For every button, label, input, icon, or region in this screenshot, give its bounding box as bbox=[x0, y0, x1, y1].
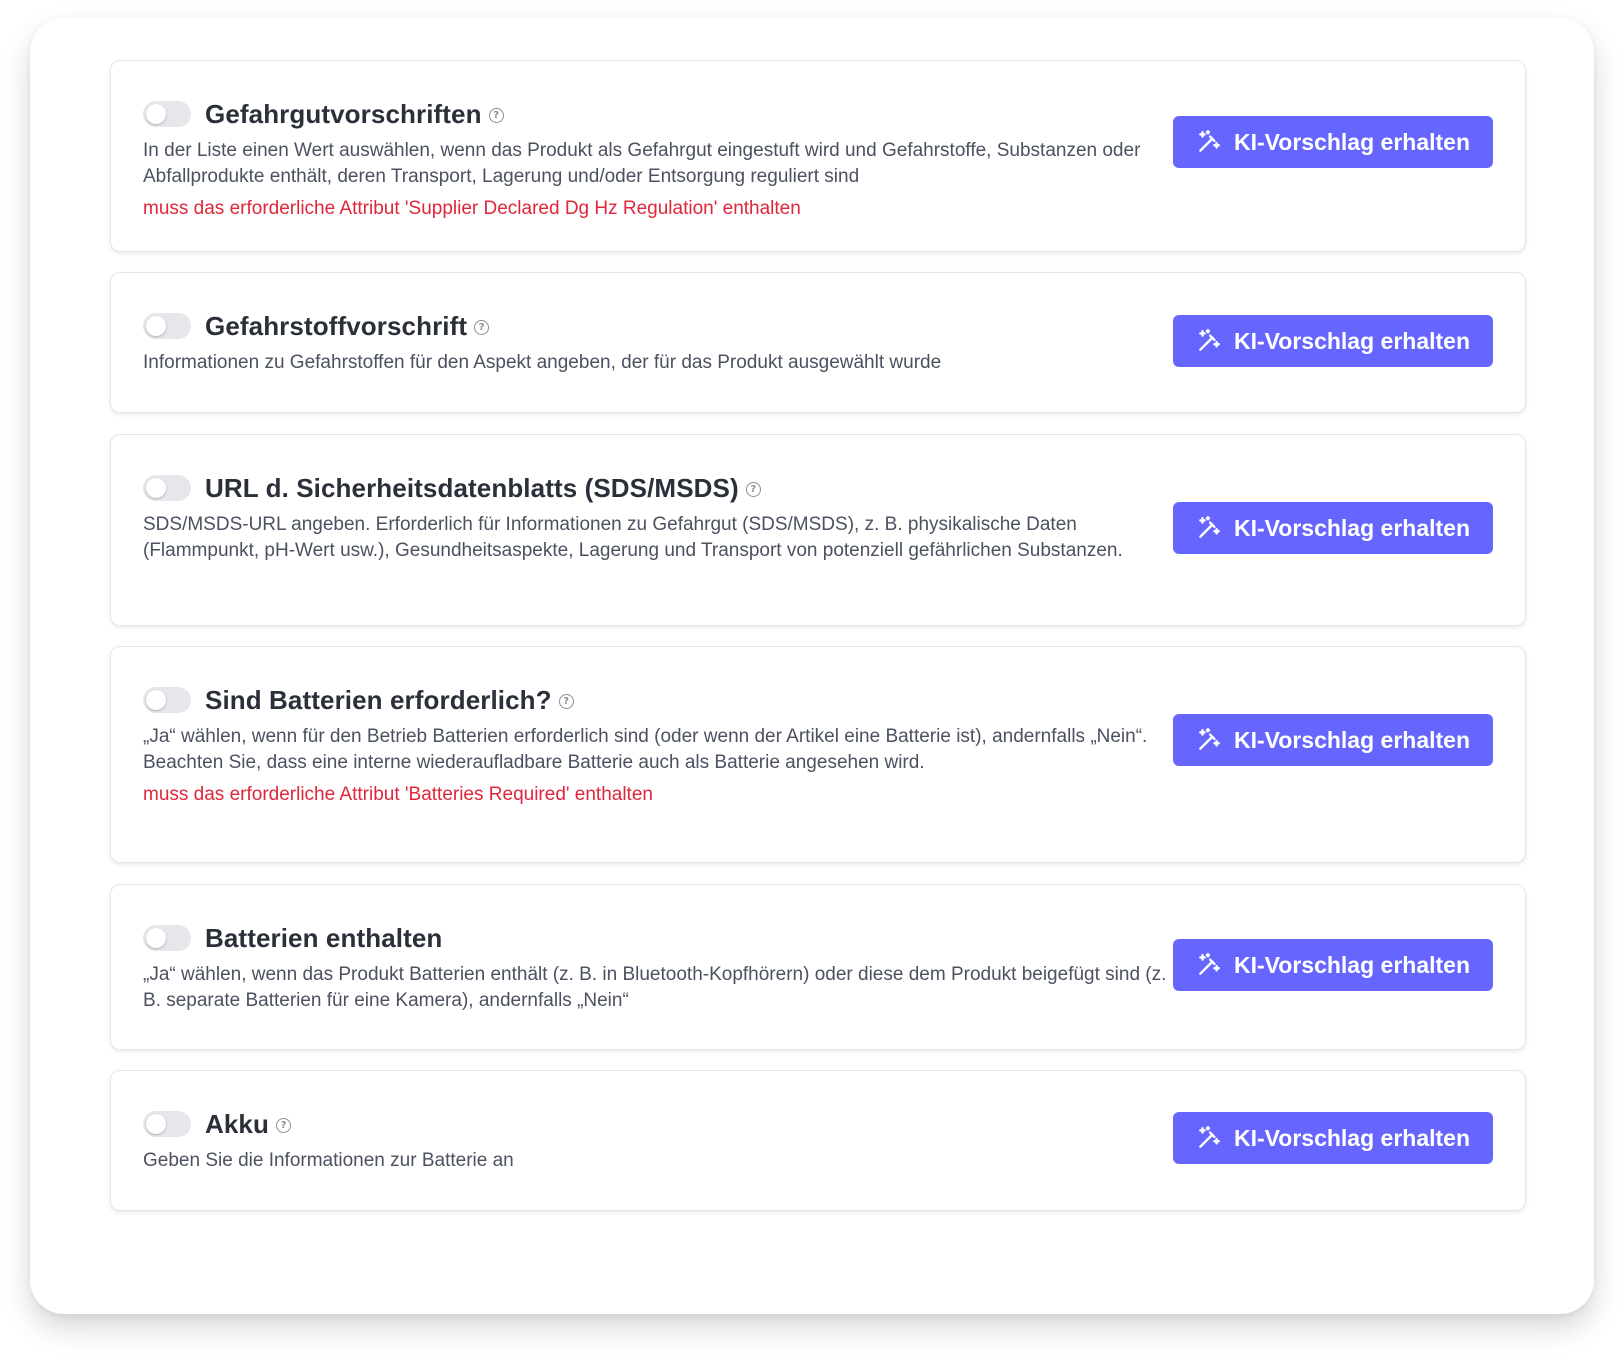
card-title-row: Sind Batterien erforderlich? ? bbox=[143, 683, 1173, 717]
question-circle-icon[interactable]: ? bbox=[558, 694, 574, 709]
card-description: In der Liste einen Wert auswählen, wenn … bbox=[143, 140, 1141, 187]
magic-wand-icon bbox=[1199, 952, 1220, 975]
ki-suggestion-label: KI-Vorschlag erhalten bbox=[1233, 1124, 1471, 1151]
toggle-switch[interactable] bbox=[143, 475, 191, 501]
card-description: Geben Sie die Informationen zur Batterie… bbox=[143, 1150, 514, 1171]
toggle-knob bbox=[146, 1114, 166, 1134]
magic-wand-icon bbox=[1199, 515, 1220, 538]
card-title: Akku bbox=[205, 1108, 269, 1139]
card-description: Informationen zu Gefahrstoffen für den A… bbox=[143, 352, 942, 373]
validation-error: muss das erforderliche Attribut 'Supplie… bbox=[143, 198, 801, 219]
ki-suggestion-label: KI-Vorschlag erhalten bbox=[1233, 951, 1471, 978]
attribute-card-gefahrgutvorschriften: Gefahrgutvorschriften ? In der Liste ein… bbox=[110, 60, 1526, 252]
card-description: SDS/MSDS-URL angeben. Erforderlich für I… bbox=[143, 514, 1123, 561]
ki-suggestion-label: KI-Vorschlag erhalten bbox=[1233, 726, 1471, 753]
magic-wand-icon bbox=[1199, 1125, 1220, 1148]
toggle-switch[interactable] bbox=[143, 313, 191, 339]
card-title: Sind Batterien erforderlich? bbox=[205, 684, 552, 715]
toggle-switch[interactable] bbox=[143, 925, 191, 951]
card-title: URL d. Sicherheitsdatenblatts (SDS/MSDS) bbox=[205, 472, 739, 503]
toggle-switch[interactable] bbox=[143, 101, 191, 127]
card-content: URL d. Sicherheitsdatenblatts (SDS/MSDS)… bbox=[143, 471, 1173, 564]
magic-wand-icon bbox=[1199, 727, 1220, 750]
ki-suggestion-label: KI-Vorschlag erhalten bbox=[1233, 327, 1471, 354]
toggle-knob bbox=[146, 478, 166, 498]
toggle-knob bbox=[146, 316, 166, 336]
toggle-knob bbox=[146, 690, 166, 710]
toggle-switch[interactable] bbox=[143, 1111, 191, 1137]
toggle-knob bbox=[146, 928, 166, 948]
question-circle-icon[interactable]: ? bbox=[275, 1118, 291, 1133]
ki-suggestion-button[interactable]: KI-Vorschlag erhalten bbox=[1173, 714, 1493, 766]
ki-suggestion-button[interactable]: KI-Vorschlag erhalten bbox=[1173, 315, 1493, 367]
card-content: Gefahrgutvorschriften ? In der Liste ein… bbox=[143, 97, 1173, 222]
question-circle-icon[interactable]: ? bbox=[488, 108, 504, 123]
card-description: „Ja“ wählen, wenn das Produkt Batterien … bbox=[143, 964, 1167, 1011]
card-title-row: Gefahrstoffvorschrift ? bbox=[143, 309, 1173, 343]
attribute-card-batteries-included: Batterien enthalten „Ja“ wählen, wenn da… bbox=[110, 884, 1526, 1050]
magic-wand-icon bbox=[1199, 328, 1220, 351]
card-content: Sind Batterien erforderlich? ? „Ja“ wähl… bbox=[143, 683, 1173, 808]
attribute-card-gefahrstoffvorschrift: Gefahrstoffvorschrift ? Informationen zu… bbox=[110, 272, 1526, 413]
toggle-knob bbox=[146, 104, 166, 124]
ki-suggestion-button[interactable]: KI-Vorschlag erhalten bbox=[1173, 1112, 1493, 1164]
card-title: Batterien enthalten bbox=[205, 922, 443, 953]
question-circle-icon[interactable]: ? bbox=[474, 320, 490, 335]
ki-suggestion-label: KI-Vorschlag erhalten bbox=[1233, 128, 1471, 155]
card-title-row: Gefahrgutvorschriften ? bbox=[143, 97, 1173, 131]
card-content: Akku ? Geben Sie die Informationen zur B… bbox=[143, 1107, 1173, 1174]
card-title-row: URL d. Sicherheitsdatenblatts (SDS/MSDS)… bbox=[143, 471, 1173, 505]
card-title: Gefahrgutvorschriften bbox=[205, 98, 482, 129]
settings-panel: Gefahrgutvorschriften ? In der Liste ein… bbox=[30, 18, 1594, 1314]
card-title-row: Batterien enthalten bbox=[143, 921, 1173, 955]
ki-suggestion-button[interactable]: KI-Vorschlag erhalten bbox=[1173, 939, 1493, 991]
attribute-card-sds-url: URL d. Sicherheitsdatenblatts (SDS/MSDS)… bbox=[110, 434, 1526, 626]
magic-wand-icon bbox=[1199, 129, 1220, 152]
card-title: Gefahrstoffvorschrift bbox=[205, 310, 468, 341]
card-content: Batterien enthalten „Ja“ wählen, wenn da… bbox=[143, 921, 1173, 1014]
attribute-card-akku: Akku ? Geben Sie die Informationen zur B… bbox=[110, 1070, 1526, 1211]
attribute-card-batteries-required: Sind Batterien erforderlich? ? „Ja“ wähl… bbox=[110, 646, 1526, 863]
card-content: Gefahrstoffvorschrift ? Informationen zu… bbox=[143, 309, 1173, 376]
card-title-row: Akku ? bbox=[143, 1107, 1173, 1141]
ki-suggestion-button[interactable]: KI-Vorschlag erhalten bbox=[1173, 502, 1493, 554]
card-description: „Ja“ wählen, wenn für den Betrieb Batter… bbox=[143, 726, 1148, 773]
validation-error: muss das erforderliche Attribut 'Batteri… bbox=[143, 784, 653, 805]
question-circle-icon[interactable]: ? bbox=[745, 482, 761, 497]
toggle-switch[interactable] bbox=[143, 687, 191, 713]
ki-suggestion-button[interactable]: KI-Vorschlag erhalten bbox=[1173, 116, 1493, 168]
ki-suggestion-label: KI-Vorschlag erhalten bbox=[1233, 514, 1471, 541]
